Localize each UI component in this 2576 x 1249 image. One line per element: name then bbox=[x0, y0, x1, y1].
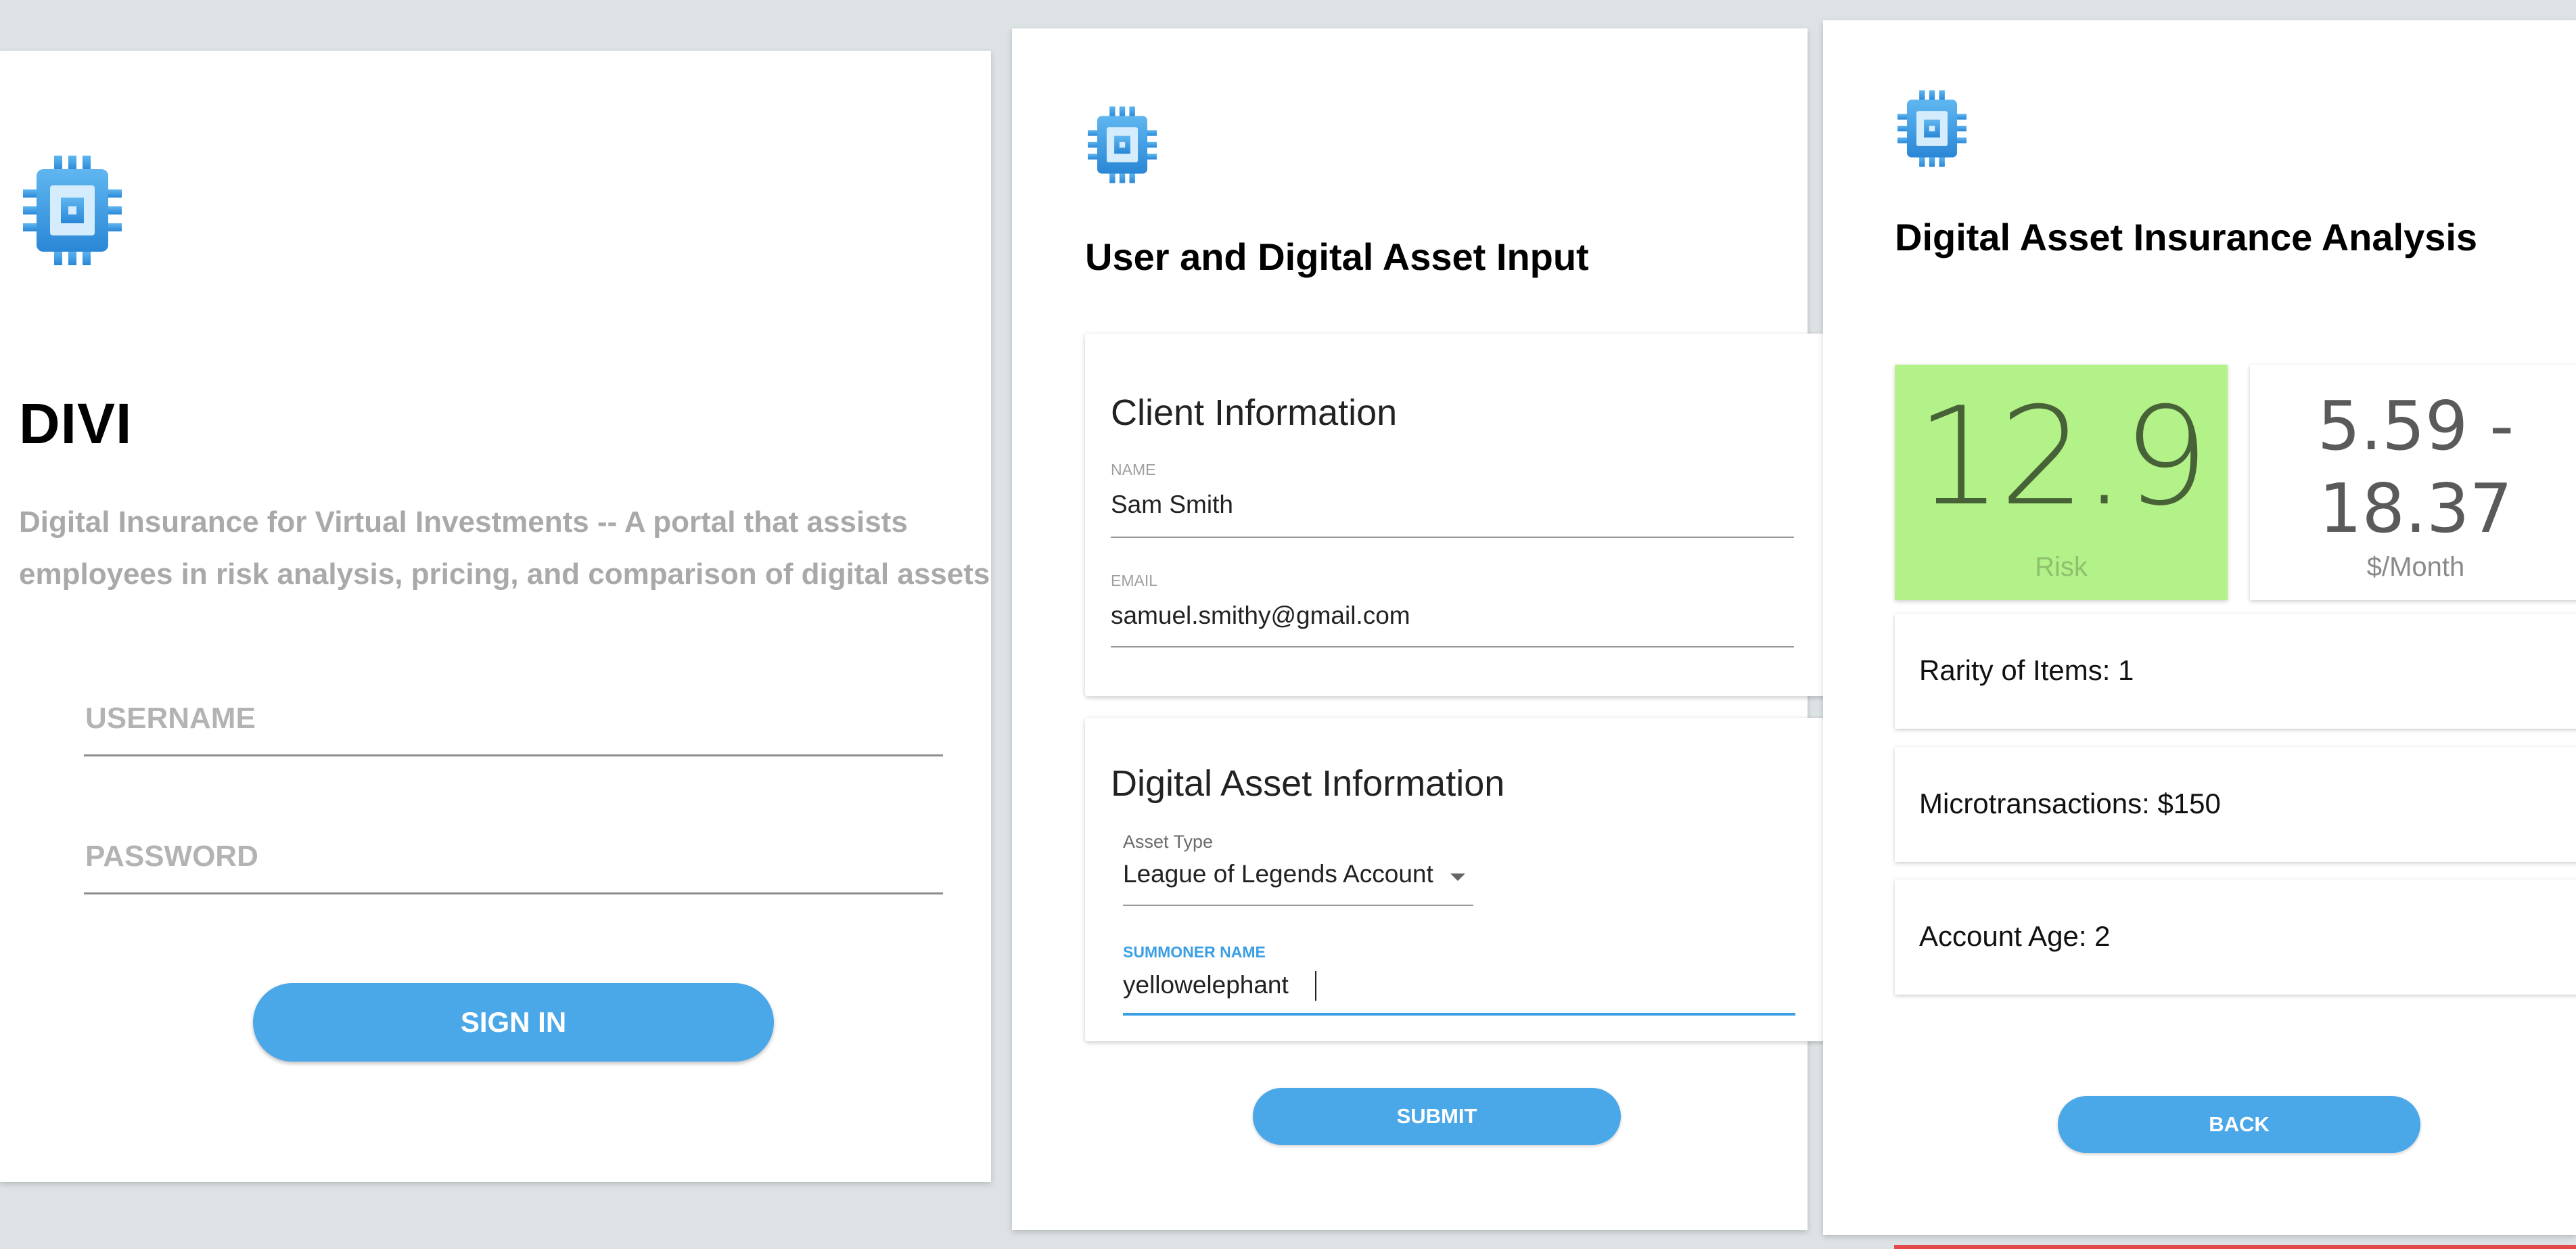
asset-type-label: Asset Type bbox=[1123, 832, 1214, 852]
login-panel: DIVI Digital Insurance for Virtual Inves… bbox=[0, 51, 991, 1182]
email-label: EMAIL bbox=[1111, 572, 1158, 589]
email-underline bbox=[1111, 646, 1794, 648]
description-line-1: Digital Insurance for Virtual Investment… bbox=[19, 505, 908, 539]
back-button[interactable]: BACK bbox=[2058, 1096, 2420, 1153]
app-description: Digital Insurance for Virtual Investment… bbox=[19, 496, 1020, 600]
risk-caption: Risk bbox=[2035, 552, 2088, 582]
input-panel: User and Digital Asset Input Client Info… bbox=[1012, 28, 1837, 1230]
price-range-high: 18.37 bbox=[2318, 469, 2513, 548]
summoner-name-underline bbox=[1123, 1013, 1795, 1016]
chip-icon bbox=[1898, 90, 1967, 167]
page-title: Digital Asset Insurance Analysis bbox=[1895, 216, 2478, 258]
summoner-name-label: SUMMONER NAME bbox=[1123, 943, 1266, 961]
card-title: Client Information bbox=[1111, 392, 1398, 433]
email-field[interactable]: samuel.smithy@gmail.com bbox=[1111, 601, 1410, 630]
chevron-down-icon bbox=[1450, 873, 1465, 881]
chip-icon bbox=[1088, 106, 1157, 183]
stat-text: Rarity of Items: 1 bbox=[1919, 654, 2134, 686]
price-caption: $/Month bbox=[2366, 552, 2465, 582]
app-brand: DIVI bbox=[19, 392, 133, 455]
risk-value: 12.9 bbox=[1916, 378, 2209, 536]
username-placeholder: USERNAME bbox=[85, 702, 256, 735]
stat-text: Microtransactions: $150 bbox=[1919, 788, 2221, 819]
stat-text: Account Age: 2 bbox=[1919, 920, 2111, 952]
chip-icon bbox=[23, 156, 122, 265]
risk-score-tile: 12.9 Risk bbox=[1895, 365, 2228, 600]
sign-in-button[interactable]: SIGN IN bbox=[253, 983, 774, 1062]
name-underline bbox=[1111, 537, 1794, 538]
password-input[interactable]: PASSWORD bbox=[84, 825, 943, 894]
description-line-2: employees in risk analysis, pricing, and… bbox=[19, 558, 990, 591]
submit-button[interactable]: SUBMIT bbox=[1253, 1088, 1621, 1145]
card-title: Digital Asset Information bbox=[1111, 763, 1505, 804]
page-title: User and Digital Asset Input bbox=[1085, 235, 1589, 278]
password-placeholder: PASSWORD bbox=[85, 840, 258, 873]
stat-card-account-age: Account Age: 2 bbox=[1895, 880, 2576, 995]
asset-type-select[interactable]: League of Legends Account bbox=[1123, 857, 1473, 906]
text-cursor bbox=[1315, 971, 1316, 1001]
stat-card-rarity: Rarity of Items: 1 bbox=[1895, 614, 2576, 729]
alert-bar bbox=[1894, 1245, 2576, 1249]
summoner-name-input[interactable]: yellowelephant bbox=[1123, 971, 1289, 999]
asset-type-value: League of Legends Account bbox=[1123, 860, 1433, 888]
price-range: 5.59 - 18.37 bbox=[2250, 385, 2576, 550]
name-field[interactable]: Sam Smith bbox=[1111, 491, 1233, 519]
stat-card-microtransactions: Microtransactions: $150 bbox=[1895, 747, 2576, 862]
name-label: NAME bbox=[1111, 461, 1156, 478]
client-information-card: Client Information NAME Sam Smith EMAIL … bbox=[1085, 334, 1837, 696]
price-range-low: 5.59 - bbox=[2317, 386, 2514, 465]
analysis-panel: Digital Asset Insurance Analysis 12.9 Ri… bbox=[1823, 20, 2576, 1235]
digital-asset-card: Digital Asset Information Asset Type Lea… bbox=[1085, 718, 1837, 1041]
price-range-tile: 5.59 - 18.37 $/Month bbox=[2250, 365, 2576, 600]
username-input[interactable]: USERNAME bbox=[84, 687, 943, 756]
